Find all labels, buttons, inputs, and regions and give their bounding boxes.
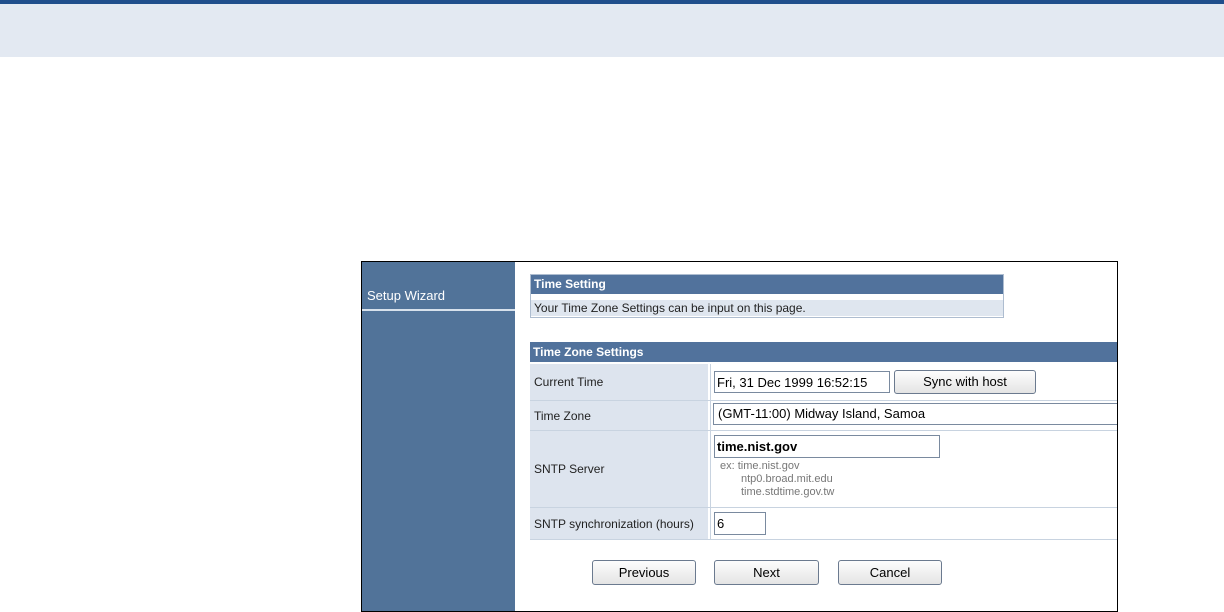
current-time-row: Current Time Sync with host — [530, 364, 1117, 401]
sntp-server-row: SNTP Server ex: time.nist.gov ntp0.broad… — [530, 431, 1117, 508]
sntp-server-input[interactable] — [714, 435, 940, 458]
wizard-frame: Setup Wizard Time Setting Your Time Zone… — [361, 261, 1118, 612]
sync-with-host-button[interactable]: Sync with host — [894, 370, 1036, 394]
sidebar: Setup Wizard — [362, 262, 515, 611]
cancel-button[interactable]: Cancel — [838, 560, 942, 585]
sidebar-item-label: Setup Wizard — [367, 288, 446, 303]
sntp-sync-cell — [710, 508, 1117, 539]
main-content: Time Setting Your Time Zone Settings can… — [516, 262, 1117, 611]
time-zone-select[interactable]: (GMT-11:00) Midway Island, Samoa — [713, 403, 1117, 425]
page-header-box: Time Setting Your Time Zone Settings can… — [530, 274, 1004, 318]
time-zone-row: Time Zone (GMT-11:00) Midway Island, Sam… — [530, 401, 1117, 431]
sidebar-item-setup-wizard[interactable]: Setup Wizard — [362, 281, 515, 311]
page-header-band — [0, 4, 1224, 57]
sntp-sync-row: SNTP synchronization (hours) — [530, 508, 1117, 540]
time-zone-label: Time Zone — [530, 401, 708, 430]
sntp-server-label: SNTP Server — [530, 431, 708, 507]
page-description: Your Time Zone Settings can be input on … — [531, 300, 1003, 316]
sntp-sync-input[interactable] — [714, 512, 766, 535]
current-time-label: Current Time — [530, 364, 708, 400]
next-button[interactable]: Next — [714, 560, 819, 585]
current-time-input[interactable] — [714, 371, 890, 393]
sntp-example-2: ntp0.broad.mit.edu — [741, 473, 833, 485]
time-zone-cell: (GMT-11:00) Midway Island, Samoa — [710, 401, 1117, 430]
sntp-server-cell: ex: time.nist.gov ntp0.broad.mit.edu tim… — [710, 431, 1117, 507]
current-time-cell: Sync with host — [710, 364, 1117, 400]
sntp-sync-label: SNTP synchronization (hours) — [530, 508, 708, 539]
sntp-example-3: time.stdtime.gov.tw — [741, 486, 835, 498]
page-title: Time Setting — [531, 275, 1003, 294]
previous-button[interactable]: Previous — [592, 560, 696, 585]
sntp-example-1: ex: time.nist.gov — [720, 460, 800, 472]
section-title: Time Zone Settings — [530, 342, 1117, 362]
